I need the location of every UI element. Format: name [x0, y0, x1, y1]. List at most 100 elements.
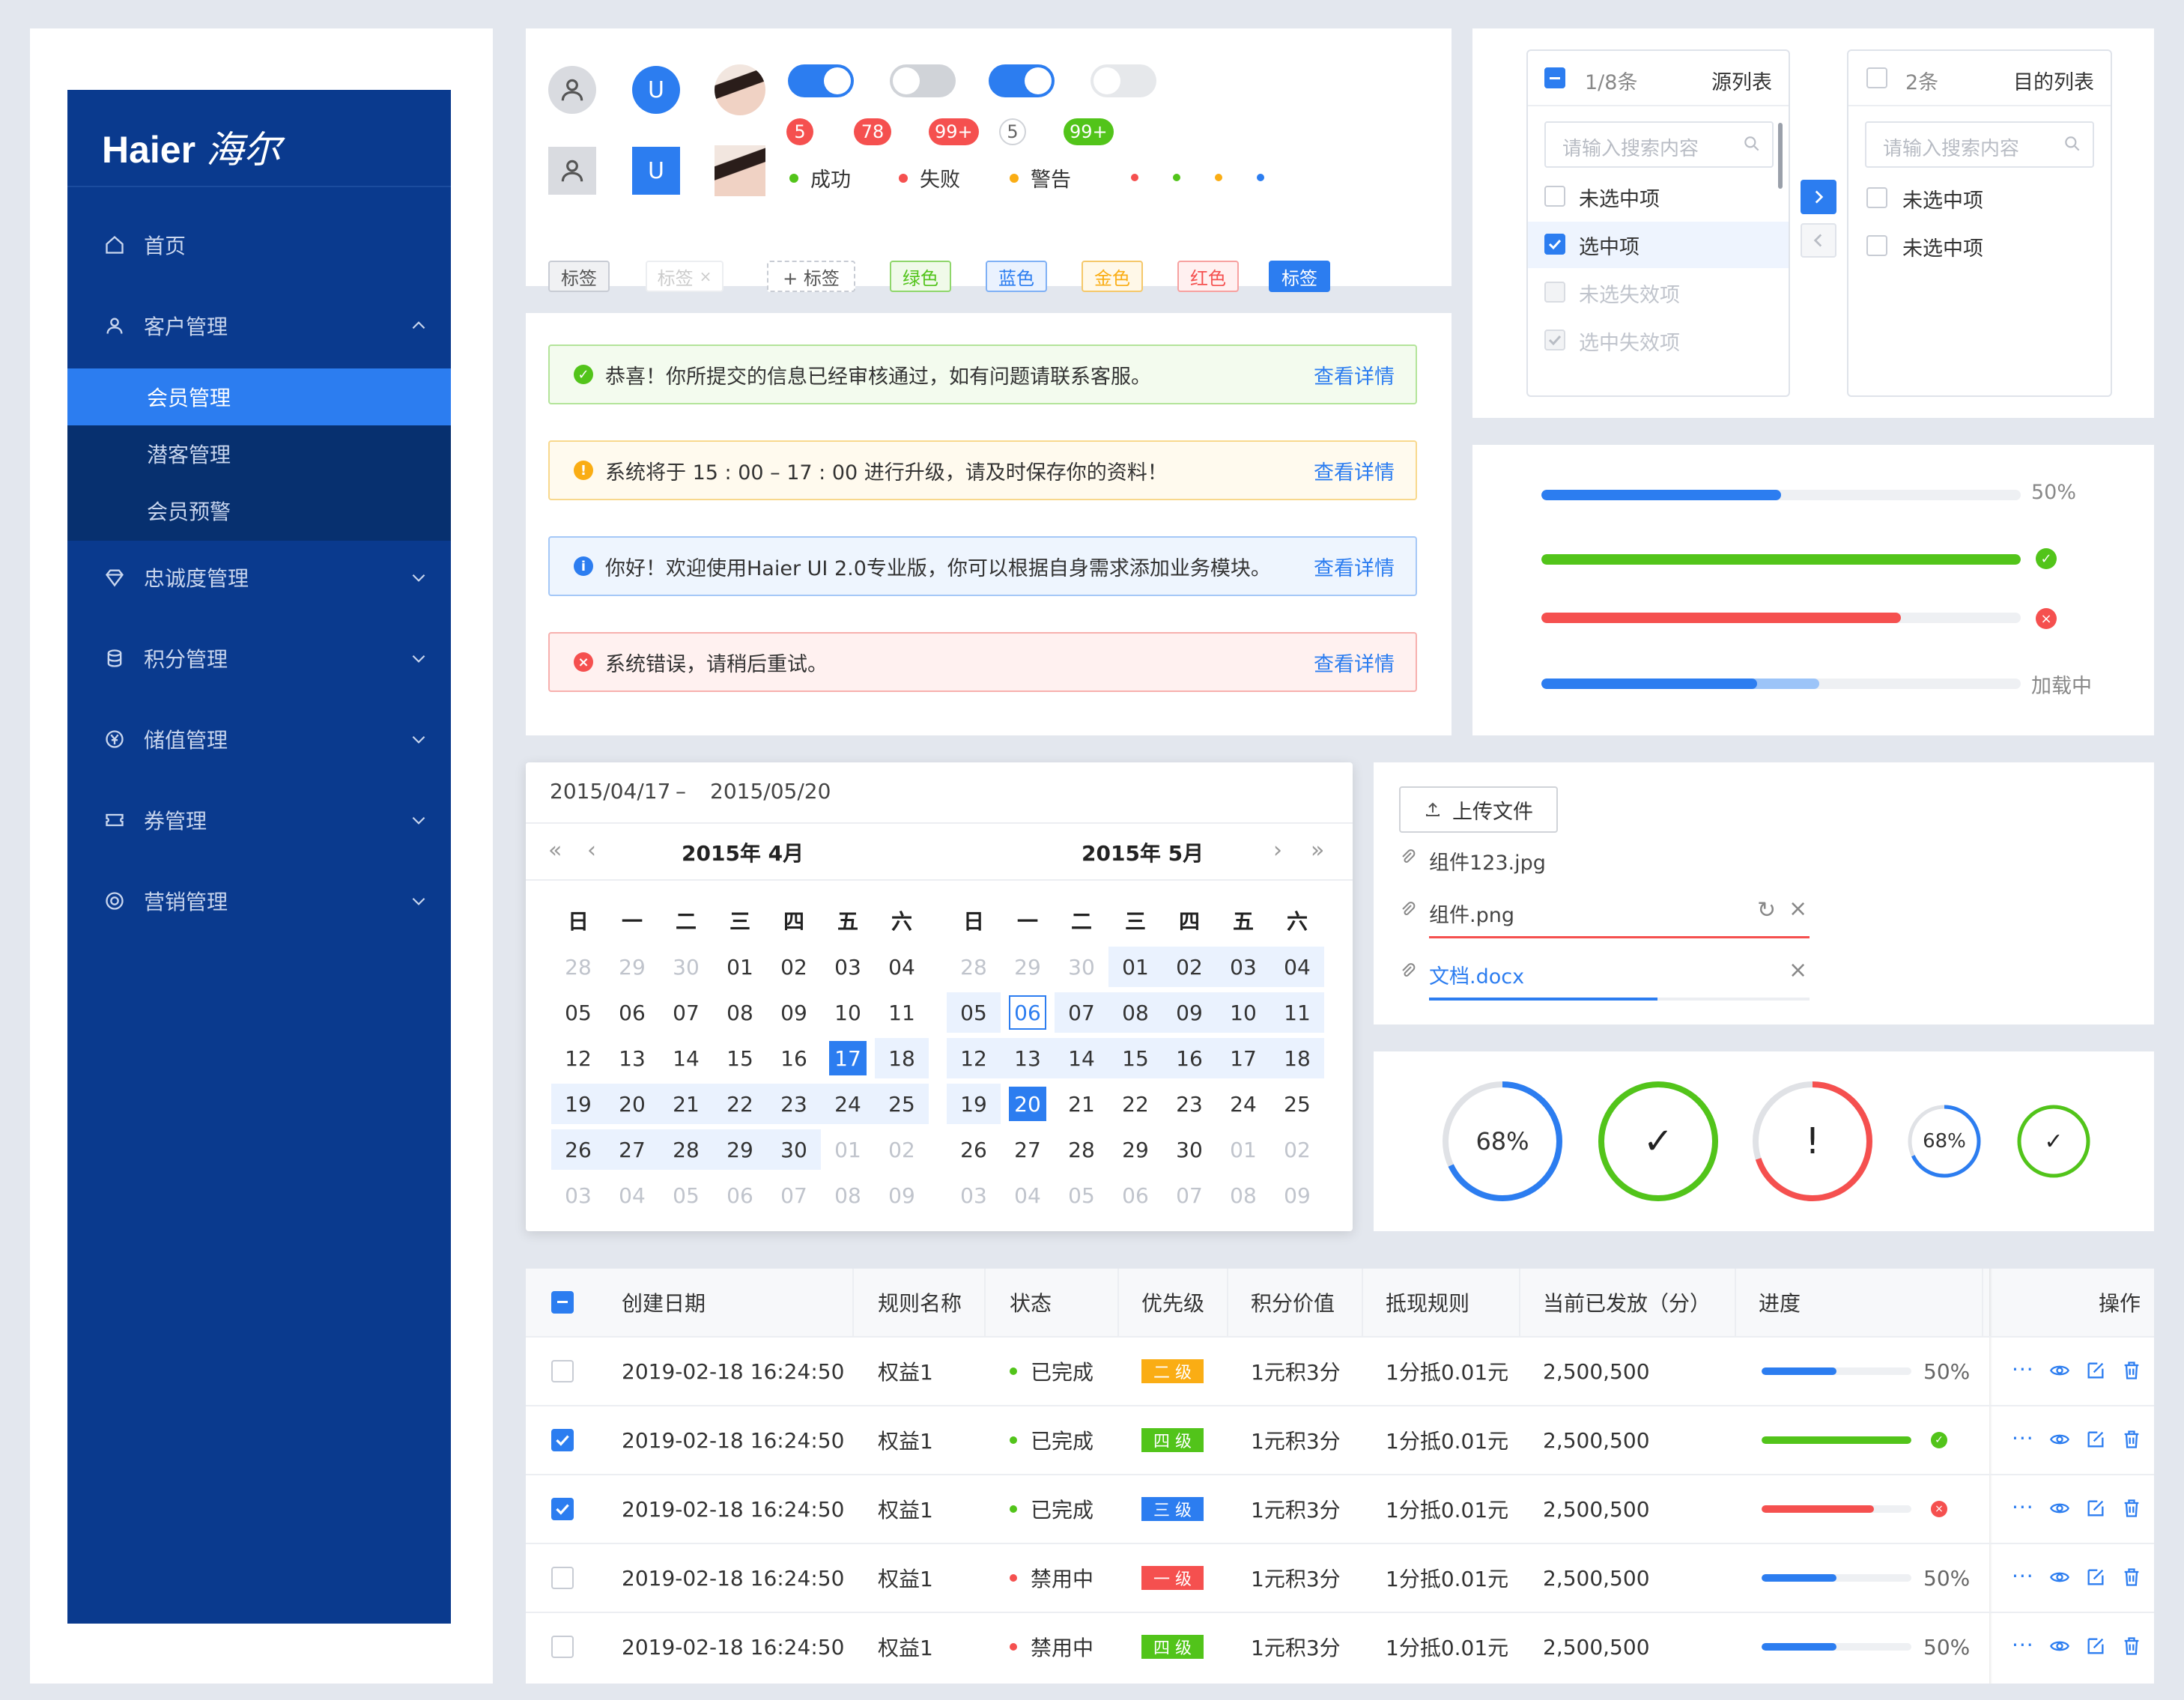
- search-input[interactable]: 请输入搜索内容: [1544, 121, 1774, 168]
- calendar-day[interactable]: 12: [551, 1038, 605, 1078]
- calendar-day[interactable]: 18: [875, 1038, 929, 1078]
- toggle-on[interactable]: [788, 64, 854, 97]
- calendar-day[interactable]: 25: [1270, 1084, 1324, 1124]
- row-checkbox[interactable]: [551, 1636, 574, 1658]
- calendar-day[interactable]: 25: [875, 1084, 929, 1124]
- sidebar-subitem-alerts[interactable]: 会员预警: [67, 482, 451, 539]
- file-name[interactable]: 组件.png: [1429, 899, 1514, 928]
- calendar-day[interactable]: 28: [1055, 1129, 1108, 1170]
- calendar-day[interactable]: 16: [767, 1038, 821, 1078]
- sidebar-item-stored-value[interactable]: 储值管理: [67, 713, 451, 765]
- table-row[interactable]: 2019-02-18 16:24:50 权益1 已完成 三 级 1元积3分 1分抵0.01…: [526, 1474, 2154, 1543]
- transfer-item[interactable]: 未选中项: [1579, 183, 1660, 212]
- calendar-day[interactable]: 30: [767, 1129, 821, 1170]
- select-all-checkbox[interactable]: [1544, 67, 1565, 88]
- calendar-day[interactable]: 05: [551, 992, 605, 1033]
- calendar-day[interactable]: 17: [1216, 1038, 1270, 1078]
- calendar-day[interactable]: 18: [1270, 1038, 1324, 1078]
- calendar-day[interactable]: 28: [659, 1129, 713, 1170]
- close-icon[interactable]: ×: [1789, 896, 1807, 922]
- calendar-day[interactable]: 03: [1216, 947, 1270, 987]
- calendar-day[interactable]: 04: [1270, 947, 1324, 987]
- column-header[interactable]: 优先级: [1141, 1269, 1204, 1336]
- row-checkbox[interactable]: [551, 1567, 574, 1589]
- delete-icon[interactable]: [2121, 1636, 2142, 1660]
- sidebar-item-customers[interactable]: 客户管理: [67, 300, 451, 352]
- calendar-day[interactable]: 08: [713, 992, 767, 1033]
- delete-icon[interactable]: [2121, 1567, 2142, 1591]
- calendar-day[interactable]: 21: [1055, 1084, 1108, 1124]
- calendar-day[interactable]: 07: [659, 992, 713, 1033]
- calendar-day[interactable]: 23: [767, 1084, 821, 1124]
- table-row[interactable]: 2019-02-18 16:24:50 权益1 已完成 二 级 1元积3分 1分抵0.01…: [526, 1336, 2154, 1405]
- item-checkbox[interactable]: [1866, 235, 1887, 256]
- calendar-day[interactable]: 02: [767, 947, 821, 987]
- column-header[interactable]: 抵现规则: [1386, 1269, 1469, 1336]
- calendar-day[interactable]: 04: [875, 947, 929, 987]
- calendar-day[interactable]: 20: [605, 1084, 659, 1124]
- calendar-day[interactable]: 14: [659, 1038, 713, 1078]
- view-details-link[interactable]: 查看详情: [1314, 552, 1395, 581]
- more-icon[interactable]: ···: [2012, 1633, 2034, 1657]
- calendar-day[interactable]: 20: [1001, 1084, 1055, 1124]
- calendar-day[interactable]: 19: [947, 1084, 1001, 1124]
- calendar-day[interactable]: 02: [1162, 947, 1216, 987]
- close-icon[interactable]: ×: [700, 267, 712, 285]
- calendar-day[interactable]: 06: [1001, 992, 1055, 1033]
- calendar-day[interactable]: 27: [605, 1129, 659, 1170]
- scrollbar[interactable]: [1778, 123, 1783, 189]
- calendar-day[interactable]: 11: [1270, 992, 1324, 1033]
- calendar-day[interactable]: 10: [1216, 992, 1270, 1033]
- column-header[interactable]: 当前已发放（分）: [1543, 1269, 1711, 1336]
- calendar-day[interactable]: 26: [947, 1129, 1001, 1170]
- row-checkbox[interactable]: [551, 1429, 574, 1451]
- retry-icon[interactable]: ↻: [1757, 897, 1776, 923]
- calendar-day[interactable]: 29: [713, 1129, 767, 1170]
- sidebar-item-marketing[interactable]: 营销管理: [67, 875, 451, 927]
- calendar-day[interactable]: 27: [1001, 1129, 1055, 1170]
- calendar-day[interactable]: 09: [767, 992, 821, 1033]
- edit-icon[interactable]: [2085, 1360, 2106, 1384]
- view-details-link[interactable]: 查看详情: [1314, 360, 1395, 389]
- file-name[interactable]: 文档.docx: [1429, 960, 1524, 989]
- sidebar-subitem-prospects[interactable]: 潜客管理: [67, 425, 451, 482]
- file-name[interactable]: 组件123.jpg: [1429, 846, 1546, 875]
- sidebar-item-coupons[interactable]: 券管理: [67, 794, 451, 846]
- tag-closable-disabled[interactable]: 标签 ×: [646, 261, 724, 292]
- transfer-item[interactable]: 未选中项: [1902, 184, 1983, 213]
- table-row[interactable]: 2019-02-18 16:24:50 权益1 禁用中 一 级 1元积3分 1分抵0.01…: [526, 1543, 2154, 1612]
- column-header[interactable]: 创建日期: [622, 1269, 706, 1336]
- calendar-day[interactable]: 13: [1001, 1038, 1055, 1078]
- delete-icon[interactable]: [2121, 1360, 2142, 1384]
- toggle-on[interactable]: [989, 64, 1055, 97]
- more-icon[interactable]: ···: [2012, 1564, 2034, 1588]
- calendar-day[interactable]: 23: [1162, 1084, 1216, 1124]
- calendar-day[interactable]: 08: [1108, 992, 1162, 1033]
- column-header[interactable]: 进度: [1759, 1269, 1801, 1336]
- delete-icon[interactable]: [2121, 1429, 2142, 1453]
- item-checkbox[interactable]: [1544, 234, 1565, 255]
- row-checkbox[interactable]: [551, 1498, 574, 1520]
- calendar-day[interactable]: 29: [1108, 1129, 1162, 1170]
- calendar-day[interactable]: 01: [713, 947, 767, 987]
- calendar-day[interactable]: 10: [821, 992, 875, 1033]
- calendar-day[interactable]: 19: [551, 1084, 605, 1124]
- calendar-day[interactable]: 06: [605, 992, 659, 1033]
- toggle-off-disabled[interactable]: [1091, 64, 1156, 97]
- calendar-day[interactable]: 17: [821, 1038, 875, 1078]
- table-row[interactable]: 2019-02-18 16:24:50 权益1 已完成 四 级 1元积3分 1分抵0.01…: [526, 1405, 2154, 1474]
- sidebar-subitem-members[interactable]: 会员管理: [67, 368, 451, 425]
- edit-icon[interactable]: [2085, 1498, 2106, 1522]
- calendar-day[interactable]: 15: [1108, 1038, 1162, 1078]
- upload-button[interactable]: 上传文件: [1399, 786, 1558, 833]
- eye-icon[interactable]: [2049, 1429, 2070, 1453]
- eye-icon[interactable]: [2049, 1636, 2070, 1660]
- delete-icon[interactable]: [2121, 1498, 2142, 1522]
- view-details-link[interactable]: 查看详情: [1314, 648, 1395, 677]
- edit-icon[interactable]: [2085, 1636, 2106, 1660]
- calendar-day[interactable]: 03: [821, 947, 875, 987]
- eye-icon[interactable]: [2049, 1498, 2070, 1522]
- select-all-checkbox[interactable]: [551, 1291, 574, 1314]
- transfer-right-button[interactable]: [1801, 180, 1836, 214]
- search-input[interactable]: 请输入搜索内容: [1865, 121, 2094, 168]
